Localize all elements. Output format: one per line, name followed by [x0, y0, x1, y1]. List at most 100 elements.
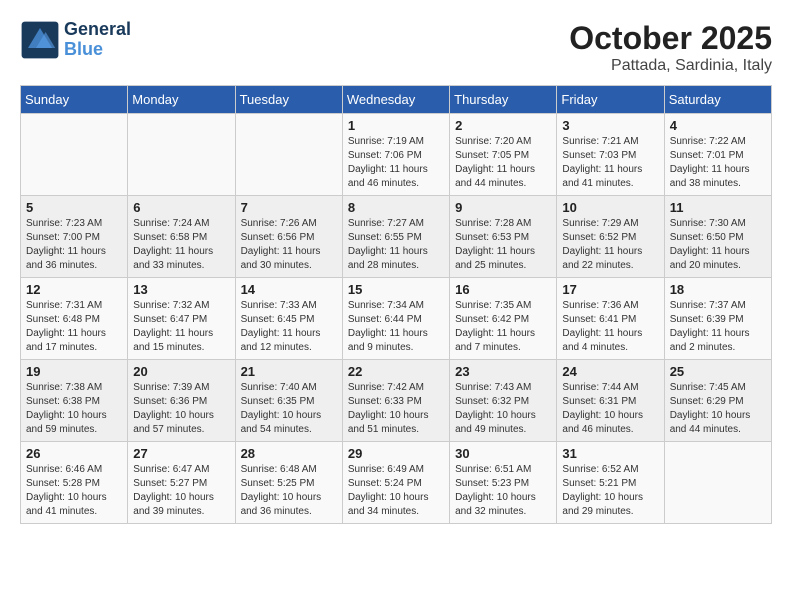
day-cell: 10 Sunrise: 7:29 AM Sunset: 6:52 PM Dayli…: [557, 196, 664, 278]
day-number: 9: [455, 200, 551, 215]
day-info: Sunrise: 7:33 AM Sunset: 6:45 PM Dayligh…: [241, 299, 337, 355]
weekday-header-saturday: Saturday: [664, 86, 771, 114]
day-info: Sunrise: 7:26 AM Sunset: 6:56 PM Dayligh…: [241, 217, 337, 273]
day-info: Sunrise: 7:44 AM Sunset: 6:31 PM Dayligh…: [562, 381, 658, 437]
day-info: Sunrise: 7:30 AM Sunset: 6:50 PM Dayligh…: [670, 217, 766, 273]
day-number: 20: [133, 364, 229, 379]
day-info: Sunrise: 7:39 AM Sunset: 6:36 PM Dayligh…: [133, 381, 229, 437]
weekday-header-friday: Friday: [557, 86, 664, 114]
day-cell: 26 Sunrise: 6:46 AM Sunset: 5:28 PM Dayli…: [21, 442, 128, 524]
day-info: Sunrise: 7:20 AM Sunset: 7:05 PM Dayligh…: [455, 135, 551, 191]
day-cell: 13Sunrise: 7:32 AM Sunset: 6:47 PM Dayli…: [128, 278, 235, 360]
day-cell: 28Sunrise: 6:48 AM Sunset: 5:25 PM Dayli…: [235, 442, 342, 524]
day-cell: 1 Sunrise: 7:19 AM Sunset: 7:06 PM Daylig…: [342, 114, 449, 196]
day-cell: 3 Sunrise: 7:21 AM Sunset: 7:03 PM Daylig…: [557, 114, 664, 196]
day-number: 5: [26, 200, 122, 215]
weekday-header-tuesday: Tuesday: [235, 86, 342, 114]
day-number: 8: [348, 200, 444, 215]
day-cell: 23Sunrise: 7:43 AM Sunset: 6:32 PM Dayli…: [450, 360, 557, 442]
day-number: 18: [670, 282, 766, 297]
day-cell: 22 Sunrise: 7:42 AM Sunset: 6:33 PM Dayli…: [342, 360, 449, 442]
day-number: 6: [133, 200, 229, 215]
logo-line2: Blue: [64, 39, 103, 59]
location: Pattada, Sardinia, Italy: [569, 57, 772, 75]
day-info: Sunrise: 6:49 AM Sunset: 5:24 PM Dayligh…: [348, 463, 444, 519]
weekday-header-row: SundayMondayTuesdayWednesdayThursdayFrid…: [21, 86, 772, 114]
day-cell: 8 Sunrise: 7:27 AM Sunset: 6:55 PM Daylig…: [342, 196, 449, 278]
logo: General Blue: [20, 20, 131, 60]
day-cell: 14 Sunrise: 7:33 AM Sunset: 6:45 PM Dayli…: [235, 278, 342, 360]
day-number: 29: [348, 446, 444, 461]
day-cell: 18 Sunrise: 7:37 AM Sunset: 6:39 PM Dayli…: [664, 278, 771, 360]
day-info: Sunrise: 7:40 AM Sunset: 6:35 PM Dayligh…: [241, 381, 337, 437]
day-number: 27: [133, 446, 229, 461]
day-info: Sunrise: 7:29 AM Sunset: 6:52 PM Dayligh…: [562, 217, 658, 273]
day-cell: 27 Sunrise: 6:47 AM Sunset: 5:27 PM Dayli…: [128, 442, 235, 524]
day-info: Sunrise: 7:37 AM Sunset: 6:39 PM Dayligh…: [670, 299, 766, 355]
day-number: 22: [348, 364, 444, 379]
day-info: Sunrise: 7:21 AM Sunset: 7:03 PM Dayligh…: [562, 135, 658, 191]
logo-text: General Blue: [64, 20, 131, 60]
day-info: Sunrise: 7:24 AM Sunset: 6:58 PM Dayligh…: [133, 217, 229, 273]
day-cell: [128, 114, 235, 196]
day-number: 1: [348, 118, 444, 133]
day-number: 26: [26, 446, 122, 461]
day-info: Sunrise: 7:27 AM Sunset: 6:55 PM Dayligh…: [348, 217, 444, 273]
day-cell: 20 Sunrise: 7:39 AM Sunset: 6:36 PM Dayli…: [128, 360, 235, 442]
day-number: 15: [348, 282, 444, 297]
day-info: Sunrise: 7:43 AM Sunset: 6:32 PM Dayligh…: [455, 381, 551, 437]
day-number: 21: [241, 364, 337, 379]
day-cell: 21 Sunrise: 7:40 AM Sunset: 6:35 PM Dayli…: [235, 360, 342, 442]
day-info: Sunrise: 7:42 AM Sunset: 6:33 PM Dayligh…: [348, 381, 444, 437]
day-number: 11: [670, 200, 766, 215]
day-cell: 11 Sunrise: 7:30 AM Sunset: 6:50 PM Dayli…: [664, 196, 771, 278]
day-info: Sunrise: 7:31 AM Sunset: 6:48 PM Dayligh…: [26, 299, 122, 355]
day-info: Sunrise: 6:48 AM Sunset: 5:25 PM Dayligh…: [241, 463, 337, 519]
week-row-5: 26 Sunrise: 6:46 AM Sunset: 5:28 PM Dayli…: [21, 442, 772, 524]
day-number: 31: [562, 446, 658, 461]
day-info: Sunrise: 7:35 AM Sunset: 6:42 PM Dayligh…: [455, 299, 551, 355]
logo-icon: [20, 20, 60, 60]
day-cell: 15 Sunrise: 7:34 AM Sunset: 6:44 PM Dayli…: [342, 278, 449, 360]
weekday-header-thursday: Thursday: [450, 86, 557, 114]
day-cell: 19 Sunrise: 7:38 AM Sunset: 6:38 PM Dayli…: [21, 360, 128, 442]
day-info: Sunrise: 7:36 AM Sunset: 6:41 PM Dayligh…: [562, 299, 658, 355]
day-number: 19: [26, 364, 122, 379]
logo-line1: General: [64, 20, 131, 40]
day-cell: [235, 114, 342, 196]
day-cell: [664, 442, 771, 524]
day-cell: 30Sunrise: 6:51 AM Sunset: 5:23 PM Dayli…: [450, 442, 557, 524]
day-info: Sunrise: 6:47 AM Sunset: 5:27 PM Dayligh…: [133, 463, 229, 519]
day-number: 16: [455, 282, 551, 297]
day-cell: [21, 114, 128, 196]
day-number: 10: [562, 200, 658, 215]
day-cell: 9 Sunrise: 7:28 AM Sunset: 6:53 PM Daylig…: [450, 196, 557, 278]
day-number: 24: [562, 364, 658, 379]
day-info: Sunrise: 7:28 AM Sunset: 6:53 PM Dayligh…: [455, 217, 551, 273]
day-info: Sunrise: 6:46 AM Sunset: 5:28 PM Dayligh…: [26, 463, 122, 519]
day-info: Sunrise: 7:38 AM Sunset: 6:38 PM Dayligh…: [26, 381, 122, 437]
day-info: Sunrise: 6:52 AM Sunset: 5:21 PM Dayligh…: [562, 463, 658, 519]
day-info: Sunrise: 7:19 AM Sunset: 7:06 PM Dayligh…: [348, 135, 444, 191]
month-title: October 2025: [569, 20, 772, 57]
weekday-header-monday: Monday: [128, 86, 235, 114]
day-cell: 31 Sunrise: 6:52 AM Sunset: 5:21 PM Dayli…: [557, 442, 664, 524]
week-row-4: 19 Sunrise: 7:38 AM Sunset: 6:38 PM Dayli…: [21, 360, 772, 442]
day-info: Sunrise: 7:22 AM Sunset: 7:01 PM Dayligh…: [670, 135, 766, 191]
day-cell: 16 Sunrise: 7:35 AM Sunset: 6:42 PM Dayli…: [450, 278, 557, 360]
week-row-1: 1 Sunrise: 7:19 AM Sunset: 7:06 PM Daylig…: [21, 114, 772, 196]
day-cell: 29 Sunrise: 6:49 AM Sunset: 5:24 PM Dayli…: [342, 442, 449, 524]
calendar-table: SundayMondayTuesdayWednesdayThursdayFrid…: [20, 85, 772, 524]
day-cell: 4Sunrise: 7:22 AM Sunset: 7:01 PM Daylig…: [664, 114, 771, 196]
day-number: 17: [562, 282, 658, 297]
day-number: 14: [241, 282, 337, 297]
day-info: Sunrise: 7:34 AM Sunset: 6:44 PM Dayligh…: [348, 299, 444, 355]
day-info: Sunrise: 7:23 AM Sunset: 7:00 PM Dayligh…: [26, 217, 122, 273]
day-number: 30: [455, 446, 551, 461]
day-number: 7: [241, 200, 337, 215]
weekday-header-wednesday: Wednesday: [342, 86, 449, 114]
day-number: 3: [562, 118, 658, 133]
day-cell: 12 Sunrise: 7:31 AM Sunset: 6:48 PM Dayli…: [21, 278, 128, 360]
title-block: October 2025 Pattada, Sardinia, Italy: [569, 20, 772, 75]
day-number: 12: [26, 282, 122, 297]
